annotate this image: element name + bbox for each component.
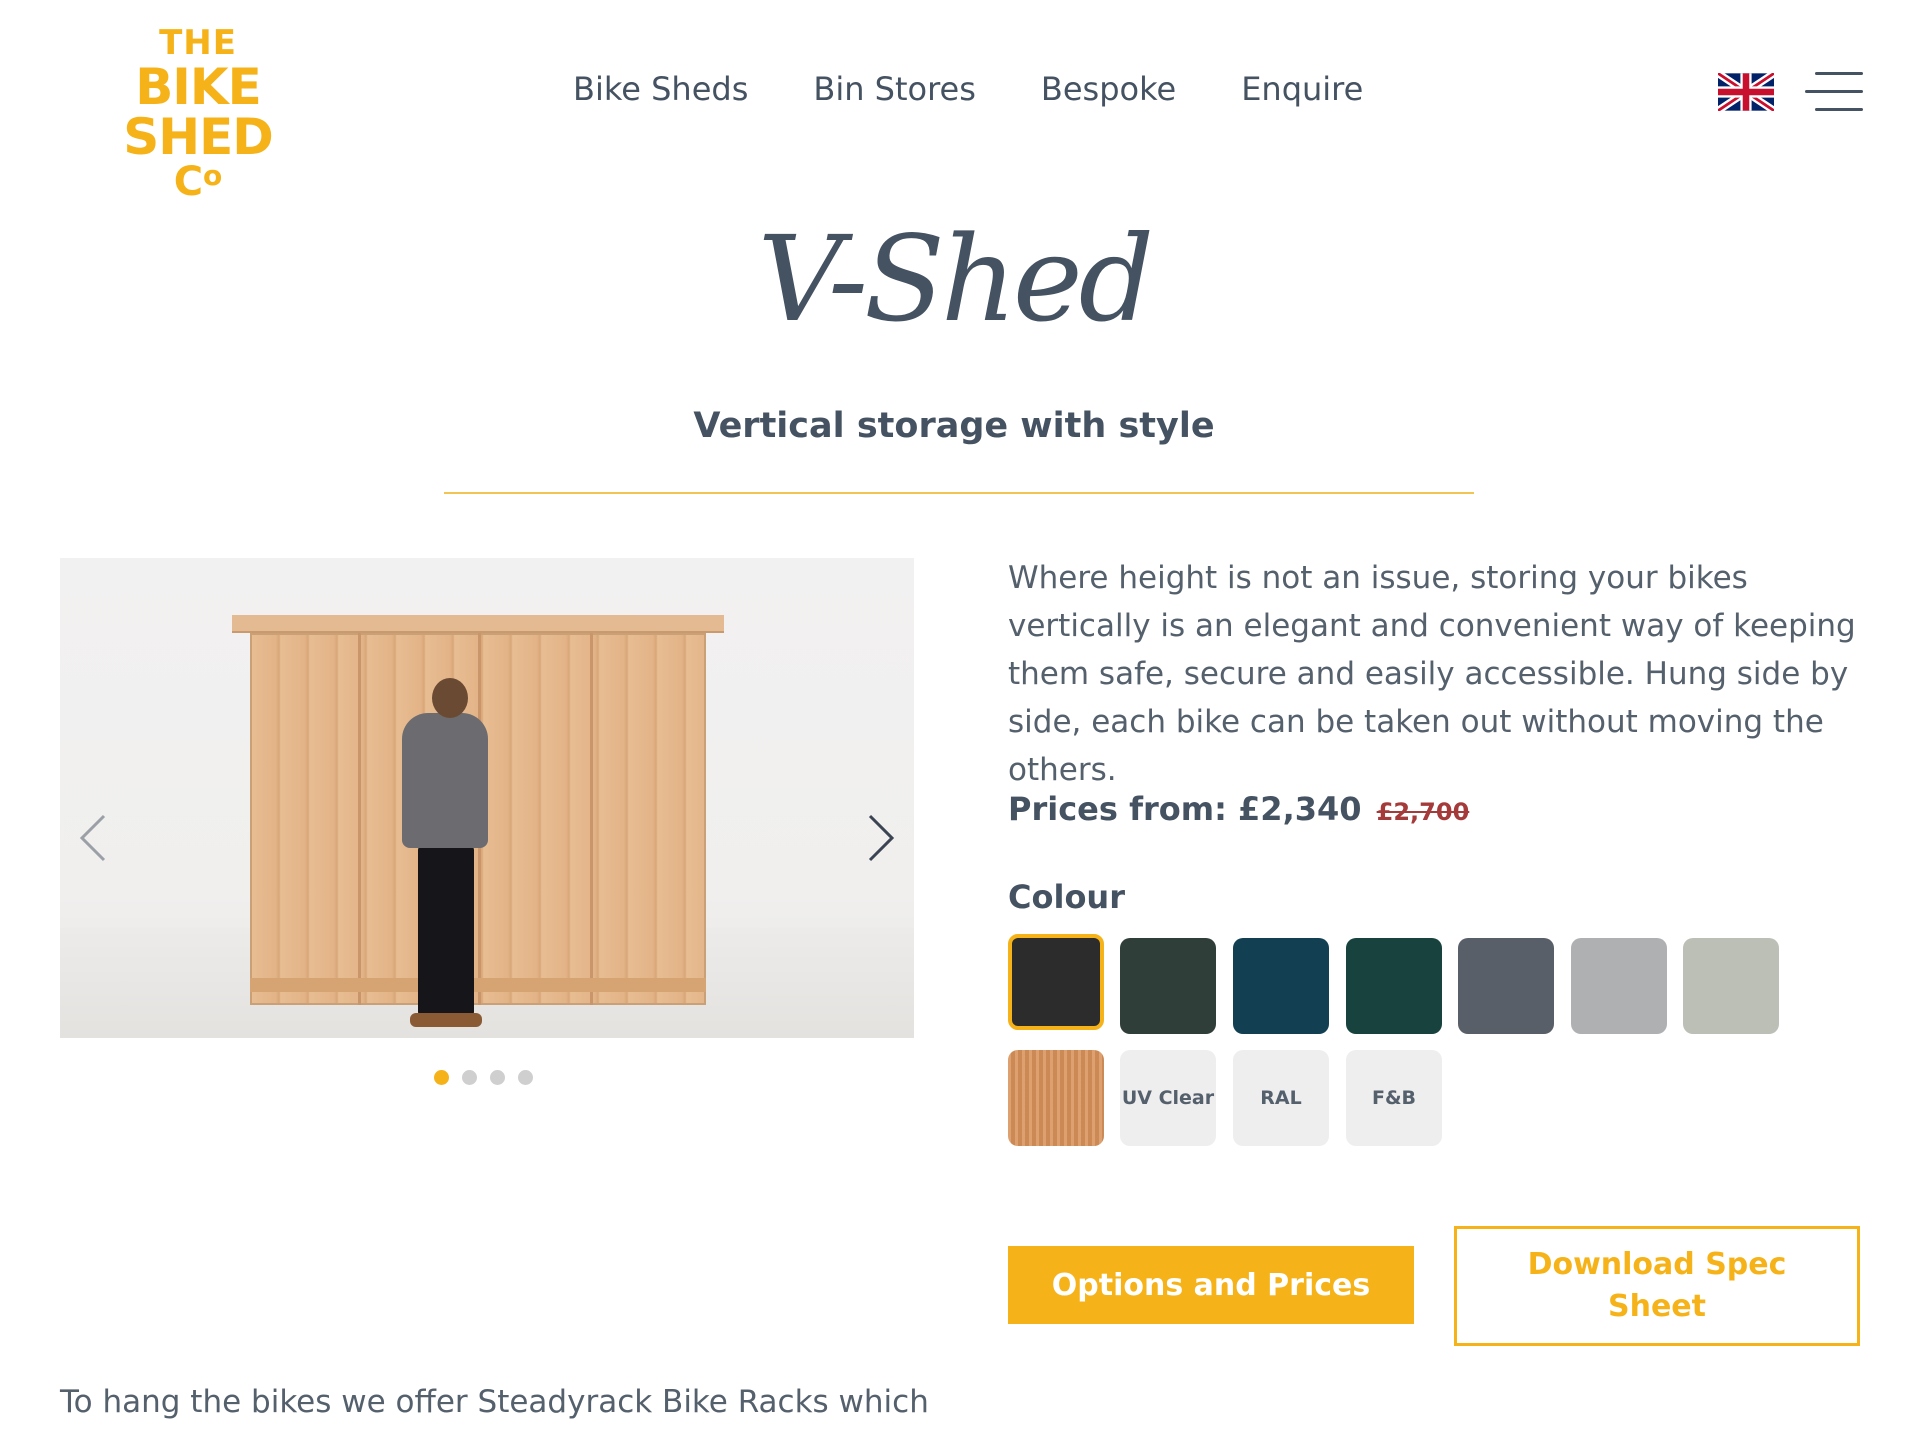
uk-flag-icon[interactable] (1718, 73, 1774, 111)
carousel-dot-1[interactable] (434, 1070, 449, 1085)
nav-enquire[interactable]: Enquire (1241, 70, 1363, 108)
swatch-forest-green[interactable] (1346, 938, 1442, 1034)
swatch-slate-grey[interactable] (1458, 938, 1554, 1034)
price-current: Prices from: £2,340 (1008, 790, 1362, 828)
swatch-charcoal[interactable] (1008, 934, 1104, 1030)
product-image-carousel[interactable] (60, 558, 914, 1038)
carousel-dot-2[interactable] (462, 1070, 477, 1085)
options-and-prices-button[interactable]: Options and Prices (1008, 1246, 1414, 1324)
nav-bike-sheds[interactable]: Bike Sheds (573, 70, 748, 108)
person-figure (418, 846, 474, 1016)
swatch-light-grey[interactable] (1571, 938, 1667, 1034)
swatch-pale-grey-green[interactable] (1683, 938, 1779, 1034)
swatch-uv-clear[interactable]: UV Clear (1120, 1050, 1216, 1146)
logo-line-3: Co (173, 159, 223, 205)
product-description: Where height is not an issue, storing yo… (1008, 560, 1856, 788)
download-spec-sheet-button[interactable]: Download Spec Sheet (1454, 1226, 1860, 1346)
main-nav: Bike Sheds Bin Stores Bespoke Enquire (573, 70, 1363, 108)
carousel-dots (434, 1070, 533, 1085)
page-subtitle: Vertical storage with style (693, 406, 1215, 446)
swatch-dark-green[interactable] (1120, 938, 1216, 1034)
logo-line-2: BIKE SHED (123, 58, 274, 166)
nav-bin-stores[interactable]: Bin Stores (813, 70, 976, 108)
shed-image (232, 615, 724, 633)
swatch-ral[interactable]: RAL (1233, 1050, 1329, 1146)
swatch-natural-larch[interactable] (1008, 1050, 1104, 1146)
title-divider (444, 492, 1474, 494)
brand-logo[interactable]: THE BIKE SHED Co (58, 22, 338, 202)
chevron-left-icon[interactable] (74, 810, 114, 866)
carousel-dot-4[interactable] (518, 1070, 533, 1085)
logo-line-1: THE (159, 23, 237, 63)
hamburger-menu-icon[interactable] (1805, 70, 1863, 114)
chevron-right-icon[interactable] (860, 810, 900, 866)
page-title: V-Shed (757, 210, 1154, 348)
carousel-dot-3[interactable] (490, 1070, 505, 1085)
colour-label: Colour (1008, 878, 1125, 916)
swatch-fb[interactable]: F&B (1346, 1050, 1442, 1146)
price-line: Prices from: £2,340 £2,700 (1008, 790, 1469, 828)
body-text: To hang the bikes we offer Steadyrack Bi… (60, 1384, 929, 1420)
swatch-petrol-blue[interactable] (1233, 938, 1329, 1034)
nav-bespoke[interactable]: Bespoke (1041, 70, 1176, 108)
price-old: £2,700 (1376, 798, 1470, 826)
